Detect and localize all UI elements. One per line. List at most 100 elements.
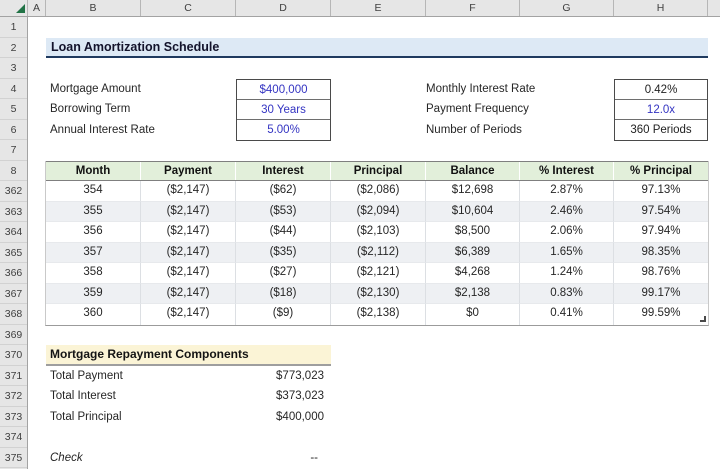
row-header[interactable]: 374 — [0, 427, 27, 448]
input-value-annual-interest-rate[interactable]: 5.00% — [237, 120, 330, 140]
table-cell[interactable]: 99.17% — [614, 284, 708, 305]
table-header-principal[interactable]: Principal — [331, 162, 426, 181]
table-cell[interactable]: $0 — [426, 304, 520, 325]
table-cell[interactable]: $4,268 — [426, 263, 520, 284]
summary-value-total-interest[interactable]: $373,023 — [236, 386, 324, 407]
table-cell[interactable]: 2.06% — [520, 222, 614, 243]
table-cell[interactable]: 358 — [46, 263, 141, 284]
sheet-title-cell[interactable]: Loan Amortization Schedule — [46, 38, 708, 59]
row-header[interactable]: 370 — [0, 345, 27, 366]
table-cell[interactable]: 0.41% — [520, 304, 614, 325]
row-header[interactable]: 5 — [0, 99, 27, 120]
row-header[interactable]: 368 — [0, 304, 27, 325]
row-header[interactable]: 372 — [0, 386, 27, 407]
input-label-mortgage-amount[interactable]: Mortgage Amount — [50, 79, 230, 100]
row-header[interactable]: 8 — [0, 161, 27, 182]
table-header-payment[interactable]: Payment — [141, 162, 236, 181]
summary-label-total-payment[interactable]: Total Payment — [50, 366, 230, 387]
input-label-payment-frequency[interactable]: Payment Frequency — [426, 99, 606, 120]
table-cell[interactable]: ($35) — [236, 243, 331, 264]
input-value-monthly-interest-rate[interactable]: 0.42% — [615, 80, 707, 100]
table-cell[interactable]: $12,698 — [426, 181, 520, 202]
table-cell[interactable]: ($2,103) — [331, 222, 426, 243]
table-cell[interactable]: $6,389 — [426, 243, 520, 264]
table-cell[interactable]: ($2,147) — [141, 181, 236, 202]
table-cell[interactable]: ($2,147) — [141, 243, 236, 264]
table-cell[interactable]: ($2,138) — [331, 304, 426, 325]
table-cell[interactable]: ($2,147) — [141, 284, 236, 305]
summary-value-total-principal[interactable]: $400,000 — [236, 407, 324, 428]
table-cell[interactable]: ($2,147) — [141, 304, 236, 325]
table-cell[interactable]: 354 — [46, 181, 141, 202]
table-header-balance[interactable]: Balance — [426, 162, 520, 181]
row-header[interactable]: 2 — [0, 38, 27, 59]
table-header-pct-interest[interactable]: % Interest — [520, 162, 614, 181]
column-header-A[interactable]: A — [28, 0, 46, 16]
input-value-number-of-periods[interactable]: 360 Periods — [615, 120, 707, 140]
table-header-month[interactable]: Month — [46, 162, 141, 181]
table-cell[interactable]: 2.46% — [520, 202, 614, 223]
row-header[interactable]: 373 — [0, 407, 27, 428]
row-header[interactable]: 364 — [0, 222, 27, 243]
input-value-borrowing-term[interactable]: 30 Years — [237, 100, 330, 120]
check-value-cell[interactable]: -- — [236, 448, 318, 469]
table-cell[interactable]: 356 — [46, 222, 141, 243]
table-cell[interactable]: 359 — [46, 284, 141, 305]
table-cell[interactable]: 1.24% — [520, 263, 614, 284]
table-cell[interactable]: ($2,130) — [331, 284, 426, 305]
check-label-cell[interactable]: Check — [50, 448, 230, 469]
row-header[interactable]: 362 — [0, 181, 27, 202]
table-cell[interactable]: ($9) — [236, 304, 331, 325]
table-header-pct-principal[interactable]: % Principal — [614, 162, 708, 181]
summary-value-total-payment[interactable]: $773,023 — [236, 366, 324, 387]
column-header-B[interactable]: B — [46, 0, 141, 16]
table-cell[interactable]: $2,138 — [426, 284, 520, 305]
row-header[interactable]: 365 — [0, 243, 27, 264]
table-cell[interactable]: 97.94% — [614, 222, 708, 243]
row-header[interactable]: 4 — [0, 79, 27, 100]
summary-title-cell[interactable]: Mortgage Repayment Components — [46, 345, 331, 366]
table-cell[interactable]: 357 — [46, 243, 141, 264]
row-header[interactable]: 1 — [0, 17, 27, 38]
row-header[interactable]: 371 — [0, 366, 27, 387]
table-cell[interactable]: ($2,147) — [141, 222, 236, 243]
row-header[interactable]: 366 — [0, 263, 27, 284]
column-header-C[interactable]: C — [141, 0, 236, 16]
table-cell[interactable]: ($44) — [236, 222, 331, 243]
row-header[interactable]: 6 — [0, 120, 27, 141]
row-header[interactable]: 367 — [0, 284, 27, 305]
row-header[interactable]: 369 — [0, 325, 27, 346]
table-cell[interactable]: 360 — [46, 304, 141, 325]
table-cell[interactable]: 98.35% — [614, 243, 708, 264]
table-cell[interactable]: 1.65% — [520, 243, 614, 264]
table-cell[interactable]: ($62) — [236, 181, 331, 202]
table-cell[interactable]: ($2,147) — [141, 263, 236, 284]
table-resize-handle[interactable] — [700, 316, 706, 322]
table-cell[interactable]: 97.13% — [614, 181, 708, 202]
table-cell[interactable]: ($2,094) — [331, 202, 426, 223]
column-header-E[interactable]: E — [331, 0, 426, 16]
row-header[interactable]: 363 — [0, 202, 27, 223]
table-cell[interactable]: $8,500 — [426, 222, 520, 243]
column-header-F[interactable]: F — [426, 0, 520, 16]
table-cell[interactable]: ($27) — [236, 263, 331, 284]
column-header-G[interactable]: G — [520, 0, 614, 16]
summary-label-total-principal[interactable]: Total Principal — [50, 407, 230, 428]
row-header[interactable]: 375 — [0, 448, 27, 469]
column-header-H[interactable]: H — [614, 0, 708, 16]
table-cell[interactable]: ($2,121) — [331, 263, 426, 284]
table-cell[interactable]: $10,604 — [426, 202, 520, 223]
input-label-monthly-interest-rate[interactable]: Monthly Interest Rate — [426, 79, 606, 100]
input-label-number-of-periods[interactable]: Number of Periods — [426, 120, 606, 141]
table-cell[interactable]: ($2,086) — [331, 181, 426, 202]
table-header-interest[interactable]: Interest — [236, 162, 331, 181]
input-value-mortgage-amount[interactable]: $400,000 — [237, 80, 330, 100]
row-header[interactable]: 7 — [0, 140, 27, 161]
table-cell[interactable]: ($53) — [236, 202, 331, 223]
table-cell[interactable]: ($2,147) — [141, 202, 236, 223]
table-cell[interactable]: 97.54% — [614, 202, 708, 223]
summary-label-total-interest[interactable]: Total Interest — [50, 386, 230, 407]
select-all-corner[interactable] — [0, 0, 28, 16]
input-label-borrowing-term[interactable]: Borrowing Term — [50, 99, 230, 120]
table-cell[interactable]: 355 — [46, 202, 141, 223]
